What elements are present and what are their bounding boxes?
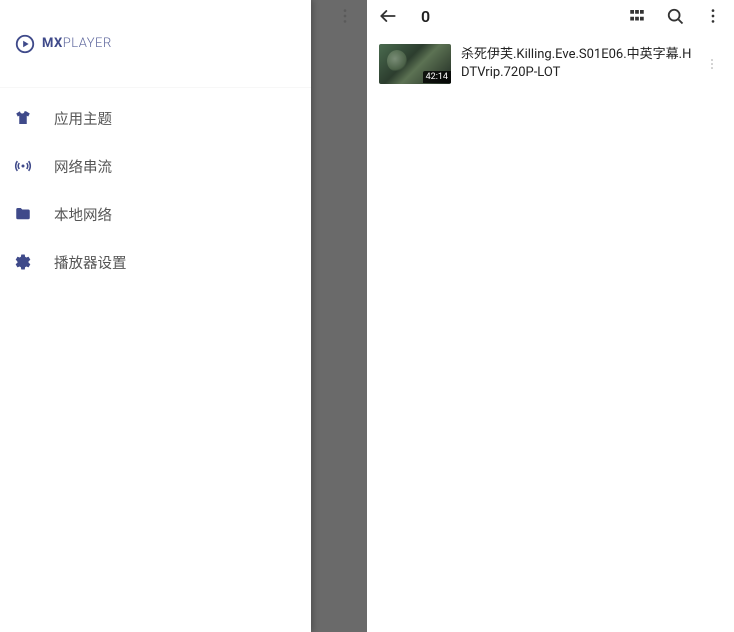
top-toolbar: 0: [367, 0, 734, 32]
drawer-list: 应用主题 网络串流 本地网络 播放器设置: [0, 88, 311, 286]
play-circle-icon: [14, 33, 36, 55]
back-icon[interactable]: [377, 5, 399, 27]
page-title: 0: [421, 7, 610, 26]
view-grid-icon[interactable]: [626, 5, 648, 27]
video-thumbnail: 42:14: [379, 44, 451, 84]
drawer-item-label: 本地网络: [54, 204, 112, 225]
drawer-item-theme[interactable]: 应用主题: [0, 94, 311, 142]
tshirt-icon: [12, 107, 34, 129]
app-logo: MXPLAYER: [14, 33, 112, 55]
drawer-item-label: 播放器设置: [54, 252, 127, 273]
drawer-item-stream[interactable]: 网络串流: [0, 142, 311, 190]
video-duration-badge: 42:14: [423, 71, 451, 83]
navigation-drawer: MXPLAYER 应用主题 网络串流 本地网络: [0, 0, 311, 632]
more-vert-icon[interactable]: [702, 5, 724, 27]
more-vert-icon[interactable]: [333, 4, 357, 28]
video-title: 杀死伊芙.Killing.Eve.S01E06.中英字幕.HDTVrip.720…: [461, 44, 692, 82]
left-overlay-region: MXPLAYER 应用主题 网络串流 本地网络: [0, 0, 367, 632]
folder-icon: [12, 203, 34, 225]
drawer-item-settings[interactable]: 播放器设置: [0, 238, 311, 286]
logo-text: MXPLAYER: [42, 36, 112, 51]
video-list: 42:14 杀死伊芙.Killing.Eve.S01E06.中英字幕.HDTVr…: [367, 32, 734, 632]
drawer-item-local-network[interactable]: 本地网络: [0, 190, 311, 238]
search-icon[interactable]: [664, 5, 686, 27]
gear-icon: [12, 251, 34, 273]
drawer-item-label: 应用主题: [54, 108, 112, 129]
cast-icon: [12, 155, 34, 177]
video-list-item[interactable]: 42:14 杀死伊芙.Killing.Eve.S01E06.中英字幕.HDTVr…: [367, 40, 734, 88]
drawer-item-label: 网络串流: [54, 156, 112, 177]
content-panel: 0 42:14 杀死伊芙.Killing.Eve.S01E06.中英字幕.HDT…: [367, 0, 734, 632]
item-more-vert-icon[interactable]: [702, 54, 722, 74]
drawer-header: MXPLAYER: [0, 0, 311, 88]
